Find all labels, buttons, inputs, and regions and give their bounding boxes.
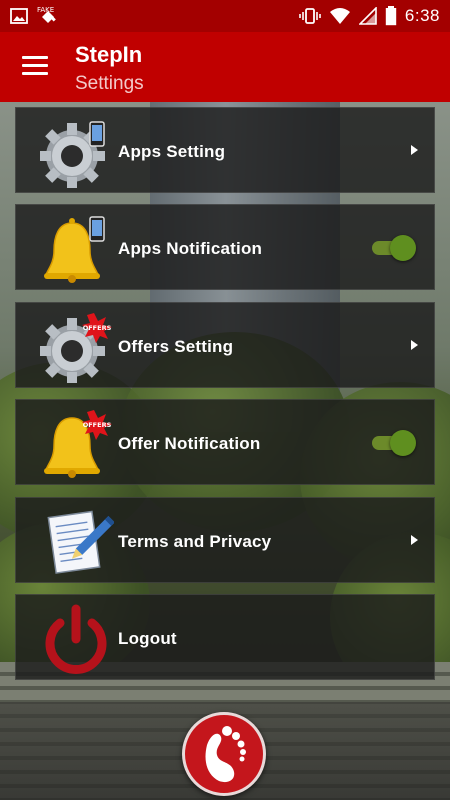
status-bar: FAKE 6:38 [0,0,450,32]
wifi-icon [329,8,350,24]
page-subtitle: Settings [75,73,144,94]
menu-item-offer-notification[interactable]: OFFERS Offer Notification [15,399,435,485]
footprint-logo-icon[interactable] [182,712,266,796]
chevron-right-icon [411,535,418,545]
status-left-icons: FAKE [10,5,60,27]
menu-item-label: Terms and Privacy [118,532,272,551]
apps-notification-toggle[interactable] [372,235,416,261]
menu-item-label: Offers Setting [118,337,234,356]
menu-item-apps-setting[interactable]: Apps Setting [15,107,435,193]
menu-item-apps-notification[interactable]: Apps Notification [15,204,435,290]
app-title: StepIn [75,42,143,67]
satellite-fake-gps-icon: FAKE [37,6,56,23]
gear-phone-icon [40,121,105,188]
menu-item-logout[interactable]: Logout [15,594,435,680]
power-icon [45,604,107,674]
vibrate-icon [299,8,321,24]
hamburger-menu-icon[interactable] [22,56,48,76]
battery-icon [385,6,397,26]
svg-text:OFFERS: OFFERS [83,421,112,429]
clock: 6:38 [404,6,440,25]
menu-item-label: Apps Setting [118,142,226,161]
offer-notification-toggle[interactable] [372,430,416,456]
signal-icon [358,7,377,25]
gear-offer-icon: OFFERS [40,313,112,383]
menu-item-label: Apps Notification [118,239,263,258]
bell-offer-icon: OFFERS [44,410,112,478]
bell-phone-icon [44,216,105,283]
image-icon [10,8,28,24]
chevron-right-icon [411,145,418,155]
svg-text:OFFERS: OFFERS [83,324,112,332]
footprint-icon [205,726,246,783]
menu-item-terms-privacy[interactable]: Terms and Privacy [15,497,435,583]
menu-item-label: Logout [118,629,177,648]
document-pen-icon [47,510,114,574]
status-right-icons: 6:38 [299,6,440,26]
chevron-right-icon [411,340,418,350]
menu-item-offers-setting[interactable]: OFFERS Offers Setting [15,302,435,388]
app-bar: StepIn Settings [0,32,450,102]
menu-item-label: Offer Notification [118,434,261,453]
svg-text:FAKE: FAKE [37,6,54,14]
